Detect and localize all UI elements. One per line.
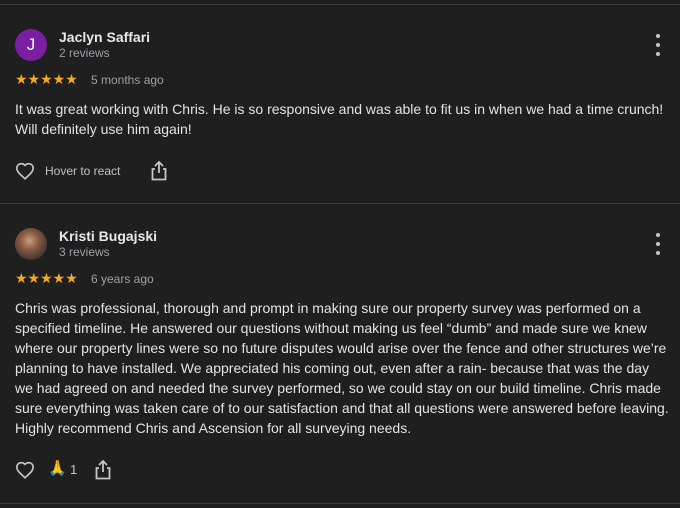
review-time: 6 years ago	[91, 272, 154, 286]
reviewer-review-count: 3 reviews	[59, 245, 110, 259]
more-vertical-icon[interactable]	[648, 233, 668, 255]
divider	[0, 503, 680, 504]
reviewer-name[interactable]: Kristi Bugajski	[59, 228, 157, 244]
avatar[interactable]	[15, 228, 47, 260]
heart-outline-icon[interactable]	[14, 459, 36, 481]
reaction-emoji[interactable]: 🙏	[48, 459, 67, 477]
star-rating: ★★★★★	[15, 270, 78, 286]
review-card: Kristi Bugajski 3 reviews ★★★★★ 6 years …	[0, 0, 680, 505]
share-icon[interactable]	[92, 459, 114, 481]
reaction-count: 1	[70, 462, 78, 477]
review-text: Chris was professional, thorough and pro…	[15, 300, 669, 436]
